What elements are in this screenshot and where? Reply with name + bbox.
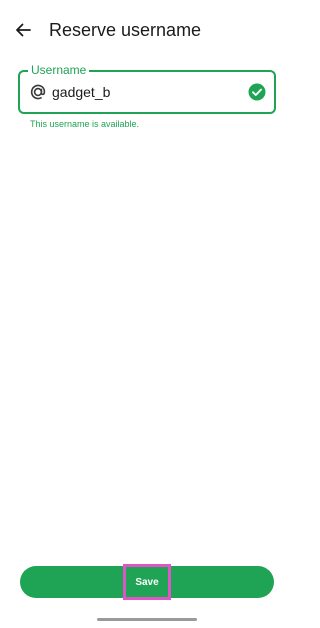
page-title: Reserve username bbox=[49, 20, 202, 40]
arrow-left-icon bbox=[15, 22, 31, 38]
app-bar: Reserve username bbox=[0, 0, 294, 60]
username-field-label: Username bbox=[28, 62, 90, 78]
reserve-username-screen: Reserve username Username This username … bbox=[0, 0, 294, 628]
gesture-nav-handle[interactable] bbox=[97, 618, 197, 621]
check-circle-icon bbox=[248, 83, 266, 101]
save-button-label: Save bbox=[135, 576, 159, 588]
username-input[interactable] bbox=[52, 81, 242, 103]
username-field[interactable]: Username bbox=[18, 62, 276, 114]
save-button[interactable]: Save bbox=[20, 566, 274, 598]
at-sign-icon bbox=[28, 82, 48, 102]
availability-message: This username is available. bbox=[30, 119, 140, 129]
back-button[interactable] bbox=[10, 17, 36, 43]
